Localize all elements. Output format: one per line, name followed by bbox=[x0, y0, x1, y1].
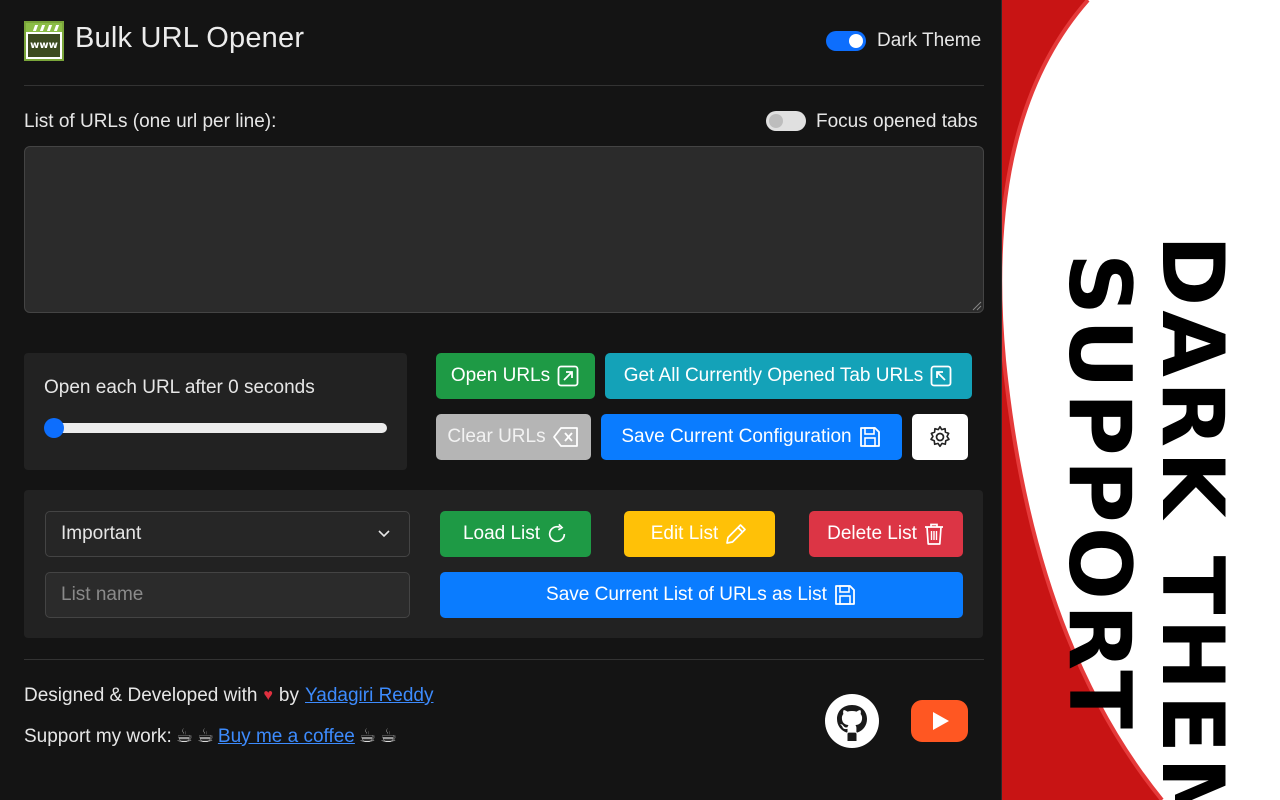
trash-icon bbox=[924, 523, 943, 545]
author-link[interactable]: Yadagiri Reddy bbox=[305, 685, 434, 707]
load-list-label: Load List bbox=[462, 523, 541, 544]
app-logo-icon: www bbox=[24, 21, 64, 61]
box-arrow-in-up-left-icon bbox=[930, 365, 952, 387]
support-line: Support my work: ☕ ☕ Buy me a coffee ☕ ☕ bbox=[24, 725, 397, 748]
list-name-input[interactable] bbox=[45, 572, 410, 618]
app-title: Bulk URL Opener bbox=[75, 22, 305, 54]
resize-grip-icon[interactable] bbox=[970, 299, 982, 311]
delete-list-label: Delete List bbox=[827, 523, 917, 544]
coffee-icon: ☕ bbox=[379, 726, 397, 747]
save-config-label: Save Current Configuration bbox=[621, 426, 852, 447]
pencil-icon bbox=[726, 524, 747, 544]
save-as-list-label: Save Current List of URLs as List bbox=[546, 584, 827, 605]
edit-list-button[interactable]: Edit List bbox=[624, 511, 775, 557]
get-tab-urls-button[interactable]: Get All Currently Opened Tab URLs bbox=[605, 353, 972, 399]
dark-theme-label: Dark Theme bbox=[877, 30, 982, 51]
extension-panel: www Bulk URL Opener Dark Theme List of U… bbox=[0, 0, 1002, 800]
credits-prefix: Designed & Developed with bbox=[24, 685, 258, 706]
delay-label: Open each URL after 0 seconds bbox=[44, 377, 315, 398]
chevron-down-icon bbox=[378, 530, 390, 538]
banner-line1: DARK THEME bbox=[1142, 235, 1242, 800]
coffee-icon: ☕ bbox=[175, 726, 193, 747]
buy-coffee-link[interactable]: Buy me a coffee bbox=[218, 726, 355, 748]
youtube-icon[interactable] bbox=[911, 700, 968, 742]
clear-urls-label: Clear URLs bbox=[447, 426, 546, 447]
credits-line: Designed & Developed with ♥ by Yadagiri … bbox=[24, 685, 434, 707]
header-divider bbox=[24, 85, 984, 86]
box-arrow-up-right-icon bbox=[557, 365, 579, 387]
url-list-label: List of URLs (one url per line): bbox=[24, 111, 277, 132]
focus-tabs-toggle[interactable] bbox=[766, 111, 806, 131]
focus-tabs-label: Focus opened tabs bbox=[816, 111, 978, 132]
open-urls-label: Open URLs bbox=[450, 365, 551, 386]
dark-theme-toggle[interactable] bbox=[826, 31, 866, 51]
save-icon bbox=[835, 585, 855, 605]
github-icon[interactable] bbox=[824, 693, 880, 749]
get-tab-urls-label: Get All Currently Opened Tab URLs bbox=[623, 365, 924, 386]
heart-icon: ♥ bbox=[263, 687, 273, 704]
backspace-icon bbox=[552, 427, 578, 447]
edit-list-label: Edit List bbox=[650, 523, 719, 544]
credits-by: by bbox=[278, 685, 299, 706]
delay-slider-track[interactable] bbox=[45, 423, 387, 433]
support-prefix: Support my work: bbox=[24, 725, 172, 747]
delay-panel bbox=[24, 353, 407, 470]
load-list-button[interactable]: Load List bbox=[440, 511, 591, 557]
delay-slider-thumb[interactable] bbox=[44, 418, 64, 438]
save-icon bbox=[859, 427, 880, 447]
refresh-icon bbox=[548, 523, 566, 543]
save-as-list-button[interactable]: Save Current List of URLs as List bbox=[440, 572, 963, 618]
saved-list-select[interactable]: Important bbox=[45, 511, 410, 557]
open-urls-button[interactable]: Open URLs bbox=[436, 353, 595, 399]
saved-list-selected: Important bbox=[61, 523, 142, 544]
coffee-icon: ☕ bbox=[196, 726, 214, 747]
coffee-icon: ☕ bbox=[358, 726, 376, 747]
clear-urls-button[interactable]: Clear URLs bbox=[436, 414, 591, 460]
footer-divider bbox=[24, 659, 984, 660]
save-config-button[interactable]: Save Current Configuration bbox=[601, 414, 902, 460]
url-list-textarea[interactable] bbox=[24, 146, 984, 313]
banner-line2: SUPPORT bbox=[1049, 253, 1149, 733]
settings-button[interactable] bbox=[912, 414, 968, 460]
logo-text: www bbox=[28, 34, 60, 57]
gear-icon bbox=[930, 425, 950, 448]
delete-list-button[interactable]: Delete List bbox=[809, 511, 963, 557]
